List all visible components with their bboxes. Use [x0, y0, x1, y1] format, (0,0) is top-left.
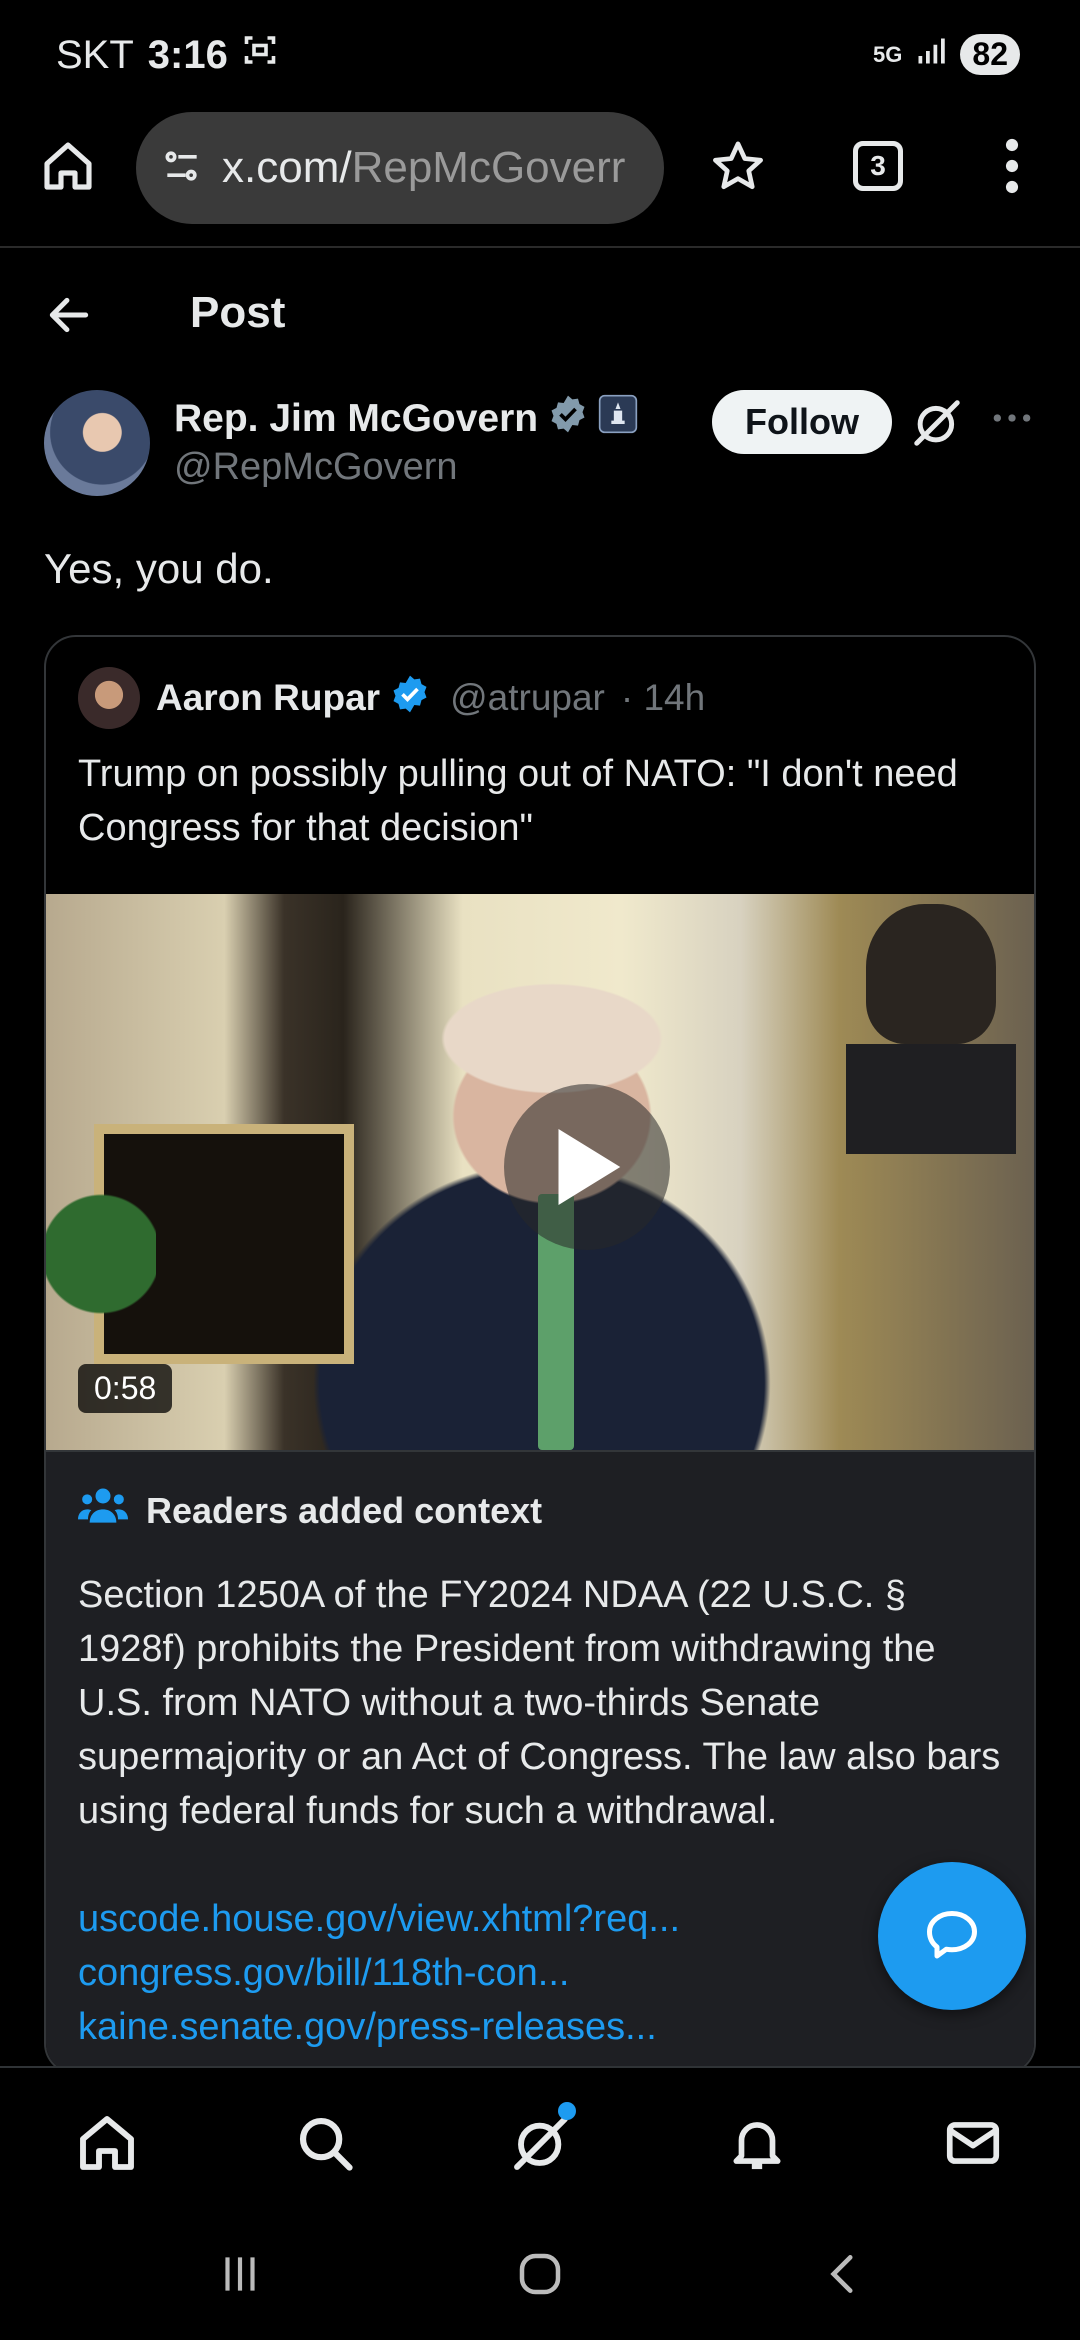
community-note: Readers added context Section 1250A of t… [46, 1450, 1034, 2073]
play-icon [558, 1129, 621, 1205]
system-back-icon[interactable] [814, 2246, 874, 2302]
bottom-navigation [0, 2066, 1080, 2204]
clock: 3:16 [147, 32, 228, 77]
quoted-author-avatar[interactable] [78, 667, 140, 729]
play-button[interactable] [504, 1084, 670, 1250]
status-left: SKT 3:16 [56, 32, 278, 78]
nav-notifications-icon[interactable] [722, 2108, 792, 2178]
quoted-post-header: Aaron Rupar @atrupar · 14h [78, 667, 705, 729]
post-author-row: Rep. Jim McGovern @RepMcGovern Follow [0, 382, 1080, 512]
video-player[interactable]: 0:58 [46, 894, 1034, 1450]
community-note-text: Section 1250A of the FY2024 NDAA (22 U.S… [78, 1574, 1001, 1832]
signal-icon [916, 36, 946, 73]
network-label: 5G [873, 41, 903, 67]
author-name[interactable]: Rep. Jim McGovern [174, 397, 538, 441]
reply-bubble-icon [927, 1911, 977, 1959]
url-host: x.com/ [222, 143, 352, 192]
status-bar: SKT 3:16 5G 82 [0, 0, 1080, 110]
community-note-heading: Readers added context [146, 1489, 543, 1531]
screenshot-icon [242, 32, 278, 78]
bookmark-star-icon[interactable] [706, 134, 770, 198]
source-link[interactable]: uscode.house.gov/view.xhtml?req... [78, 1892, 680, 1946]
reply-fab-button[interactable] [878, 1862, 1026, 2010]
carrier-label: SKT [56, 32, 134, 77]
verified-badge-icon [548, 394, 588, 444]
author-handle[interactable]: @RepMcGovern [174, 446, 458, 489]
quoted-post-text: Trump on possibly pulling out of NATO: "… [78, 753, 958, 849]
page-title: Post [190, 288, 286, 337]
browser-home-icon[interactable] [36, 134, 100, 198]
home-button-icon[interactable] [510, 2246, 570, 2302]
url-text: x.com/RepMcGoverr [222, 143, 625, 193]
quoted-author-handle[interactable]: @atrupar [450, 677, 605, 719]
video-frame-bust [866, 904, 996, 1044]
quoted-author-name[interactable]: Aaron Rupar [156, 677, 380, 719]
post-header: Post [0, 260, 1080, 370]
post-text: Yes, you do. [44, 545, 274, 592]
community-note-links: uscode.house.gov/view.xhtml?req... congr… [78, 1892, 680, 2054]
follow-button[interactable]: Follow [712, 390, 892, 454]
community-note-header: Readers added context [78, 1486, 542, 1535]
grok-icon[interactable] [910, 396, 964, 455]
address-bar[interactable]: x.com/RepMcGoverr [136, 112, 664, 224]
recent-apps-icon[interactable] [210, 2246, 270, 2302]
video-frame-plinth [846, 1044, 1016, 1154]
back-arrow-icon[interactable] [44, 290, 94, 345]
verified-badge-icon [390, 674, 430, 723]
author-avatar[interactable] [44, 390, 150, 496]
browser-menu-icon[interactable] [980, 134, 1044, 198]
battery-level: 82 [960, 34, 1020, 75]
notification-dot [558, 2102, 576, 2120]
site-settings-icon[interactable] [160, 144, 204, 193]
quoted-post-card[interactable]: Aaron Rupar @atrupar · 14h Trump on poss… [44, 635, 1036, 2075]
url-path: RepMcGoverr [351, 143, 626, 192]
more-options-icon[interactable] [990, 396, 1034, 450]
source-link[interactable]: congress.gov/bill/118th-con... [78, 1946, 680, 2000]
status-right: 5G 82 [873, 34, 1020, 75]
author-name-row[interactable]: Rep. Jim McGovern [174, 394, 638, 444]
system-navigation-bar [0, 2204, 1080, 2340]
government-affiliation-icon [598, 394, 638, 444]
nav-search-icon[interactable] [290, 2108, 360, 2178]
nav-home-icon[interactable] [72, 2108, 142, 2178]
tab-count: 3 [853, 141, 903, 191]
quoted-post-time: · 14h [620, 677, 706, 718]
nav-grok-icon[interactable] [506, 2102, 576, 2178]
people-icon [78, 1486, 128, 1535]
source-link[interactable]: kaine.senate.gov/press-releases... [78, 2000, 680, 2054]
video-duration: 0:58 [78, 1364, 173, 1413]
browser-toolbar: x.com/RepMcGoverr 3 [0, 110, 1080, 248]
video-frame-plant [46, 1164, 156, 1344]
nav-messages-icon[interactable] [938, 2108, 1008, 2178]
tabs-button[interactable]: 3 [846, 134, 910, 198]
